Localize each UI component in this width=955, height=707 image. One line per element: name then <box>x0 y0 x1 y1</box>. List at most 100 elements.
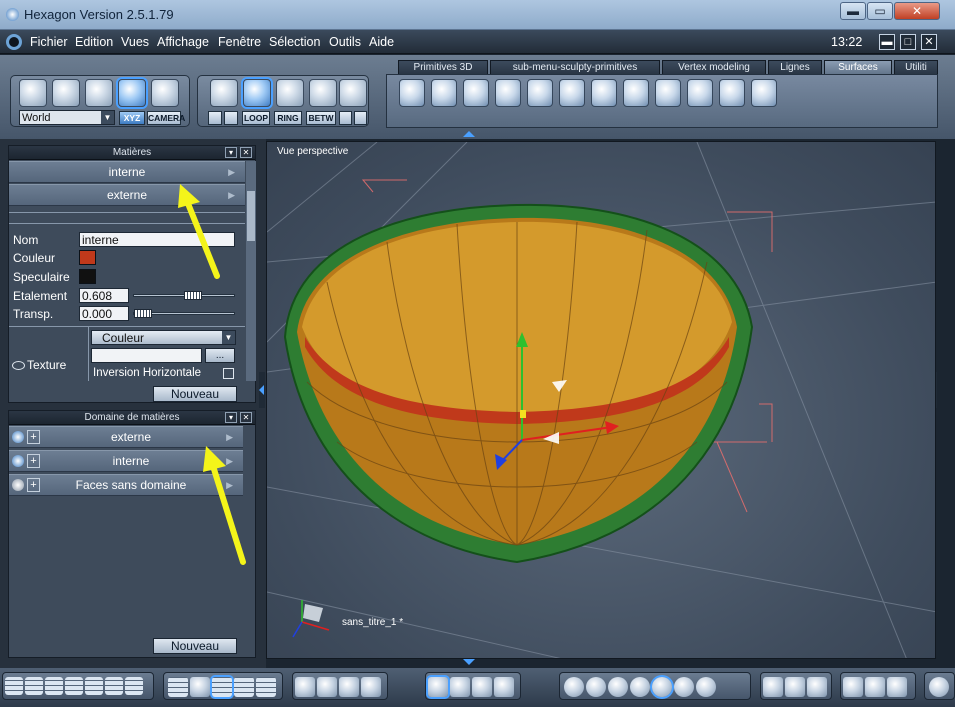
lit-sphere-icon[interactable] <box>696 677 716 697</box>
minimize-button[interactable]: ▬ <box>840 2 866 20</box>
textured-sphere-icon[interactable] <box>674 677 694 697</box>
tab-primitives-3d[interactable]: Primitives 3D <box>398 60 488 74</box>
lasso-select-icon[interactable] <box>52 79 80 107</box>
collapse-toolbar-arrow-icon[interactable] <box>463 131 475 137</box>
grid-side-icon[interactable] <box>256 677 276 697</box>
spread-slider[interactable] <box>133 291 235 300</box>
inversion-checkbox[interactable] <box>223 368 234 379</box>
loft-surface-icon[interactable] <box>463 79 489 107</box>
face-select-icon[interactable] <box>85 79 113 107</box>
texture-type-select[interactable]: Couleur ▼ <box>91 330 236 345</box>
wire-shaded-sphere-icon[interactable] <box>586 677 606 697</box>
grid-wall-icon[interactable] <box>234 677 254 697</box>
birail-surface-icon[interactable] <box>559 79 585 107</box>
scale-icon[interactable] <box>494 677 514 697</box>
vertex-cube-icon[interactable] <box>210 79 238 107</box>
panel-menu-icon[interactable]: ▾ <box>225 412 237 423</box>
smooth-wire-sphere-icon[interactable] <box>652 677 672 697</box>
menu-selection[interactable]: Sélection <box>269 35 320 49</box>
sweep-surface-icon[interactable] <box>495 79 521 107</box>
maximize-button[interactable]: ▭ <box>867 2 893 20</box>
extrude-surface-icon[interactable] <box>399 79 425 107</box>
transp-slider[interactable] <box>133 309 235 318</box>
cube-display-icon[interactable] <box>843 677 863 697</box>
betw-button[interactable]: BETW <box>306 111 336 125</box>
brush-icon[interactable] <box>224 111 238 125</box>
universal-manipulator-icon[interactable] <box>428 677 448 697</box>
layout-split-v-icon[interactable] <box>65 677 83 695</box>
color-swatch[interactable] <box>79 250 96 265</box>
left-dock-collapse-icon[interactable] <box>259 372 265 408</box>
materials-scrollbar[interactable] <box>246 161 256 381</box>
render-preview-icon[interactable] <box>763 677 783 697</box>
select-box-icon[interactable] <box>339 111 352 125</box>
new-domain-button[interactable]: Nouveau <box>153 638 237 654</box>
coord-system-select[interactable]: World ▼ <box>19 110 115 125</box>
layout-three-b-icon[interactable] <box>105 677 123 695</box>
menu-fenetre[interactable]: Fenêtre <box>218 35 261 49</box>
menu-affichage[interactable]: Affichage <box>157 35 209 49</box>
plane-surface-icon[interactable] <box>623 79 649 107</box>
doc-close-button[interactable]: ✕ <box>921 34 937 50</box>
move-icon[interactable] <box>450 677 470 697</box>
transp-slider-thumb[interactable] <box>134 309 152 318</box>
object-cube-icon[interactable] <box>309 79 337 107</box>
texture-browse-button[interactable]: ... <box>205 348 235 363</box>
cube-bevel-icon[interactable] <box>865 677 885 697</box>
extrude-along-icon[interactable] <box>719 79 745 107</box>
extra-sphere-icon[interactable] <box>929 677 949 697</box>
layout-columns-icon[interactable] <box>125 677 143 695</box>
cube-open-icon[interactable] <box>887 677 907 697</box>
tab-vertex-modeling[interactable]: Vertex modeling <box>662 60 766 74</box>
transp-field[interactable]: 0.000 <box>79 306 129 321</box>
domain-add-button[interactable]: + <box>27 430 40 444</box>
pen-icon[interactable] <box>208 111 222 125</box>
snap-icon[interactable] <box>190 677 210 697</box>
xyz-button[interactable]: XYZ <box>119 111 145 125</box>
grid-floor-icon[interactable] <box>212 677 232 697</box>
panel-close-icon[interactable]: ✕ <box>240 412 252 423</box>
specular-swatch[interactable] <box>79 269 96 284</box>
select-circle-icon[interactable] <box>354 111 367 125</box>
layout-split-h-icon[interactable] <box>45 677 63 695</box>
3d-viewport[interactable]: Vue perspective sans_titre_1 * <box>266 141 936 659</box>
panel-menu-icon[interactable]: ▾ <box>225 147 237 158</box>
camera-button[interactable]: CAMERA <box>147 111 185 125</box>
cut-surface-icon[interactable] <box>655 79 681 107</box>
smooth-sphere-icon[interactable] <box>630 677 650 697</box>
layout-single-icon[interactable] <box>5 677 23 695</box>
grid-toggle-icon[interactable] <box>168 677 188 697</box>
menu-aide[interactable]: Aide <box>369 35 394 49</box>
new-material-button[interactable]: Nouveau <box>153 386 237 402</box>
menu-vues[interactable]: Vues <box>121 35 149 49</box>
spread-slider-thumb[interactable] <box>184 291 202 300</box>
shell-surface-icon[interactable] <box>751 79 777 107</box>
collapse-bottom-arrow-icon[interactable] <box>463 659 475 665</box>
flat-sphere-icon[interactable] <box>608 677 628 697</box>
scrollbar-thumb[interactable] <box>247 191 255 241</box>
face-cube-icon[interactable] <box>276 79 304 107</box>
pan-icon[interactable] <box>317 677 337 697</box>
stack-surface-icon[interactable] <box>687 79 713 107</box>
rotate-icon[interactable] <box>472 677 492 697</box>
patch-surface-icon[interactable] <box>527 79 553 107</box>
doc-maximize-button[interactable]: □ <box>900 34 916 50</box>
texture-path-field[interactable] <box>91 348 202 363</box>
close-button[interactable]: ✕ <box>894 2 940 20</box>
all-cube-icon[interactable] <box>339 79 367 107</box>
arrow-select-icon[interactable] <box>19 79 47 107</box>
spread-field[interactable]: 0.608 <box>79 288 129 303</box>
wireframe-sphere-icon[interactable] <box>564 677 584 697</box>
menu-fichier[interactable]: Fichier <box>30 35 68 49</box>
tab-utilities[interactable]: Utiliti <box>894 60 938 74</box>
loop-button[interactable]: LOOP <box>242 111 270 125</box>
panel-close-icon[interactable]: ✕ <box>240 147 252 158</box>
menu-edition[interactable]: Edition <box>75 35 113 49</box>
zoom-icon[interactable] <box>339 677 359 697</box>
tab-surfaces[interactable]: Surfaces <box>824 60 892 74</box>
layout-quad-icon[interactable] <box>25 677 43 695</box>
menu-outils[interactable]: Outils <box>329 35 361 49</box>
render-cluster-icon[interactable] <box>807 677 827 697</box>
render-quality-icon[interactable] <box>785 677 805 697</box>
tab-sculpty-primitives[interactable]: sub-menu-sculpty-primitives <box>490 60 660 74</box>
